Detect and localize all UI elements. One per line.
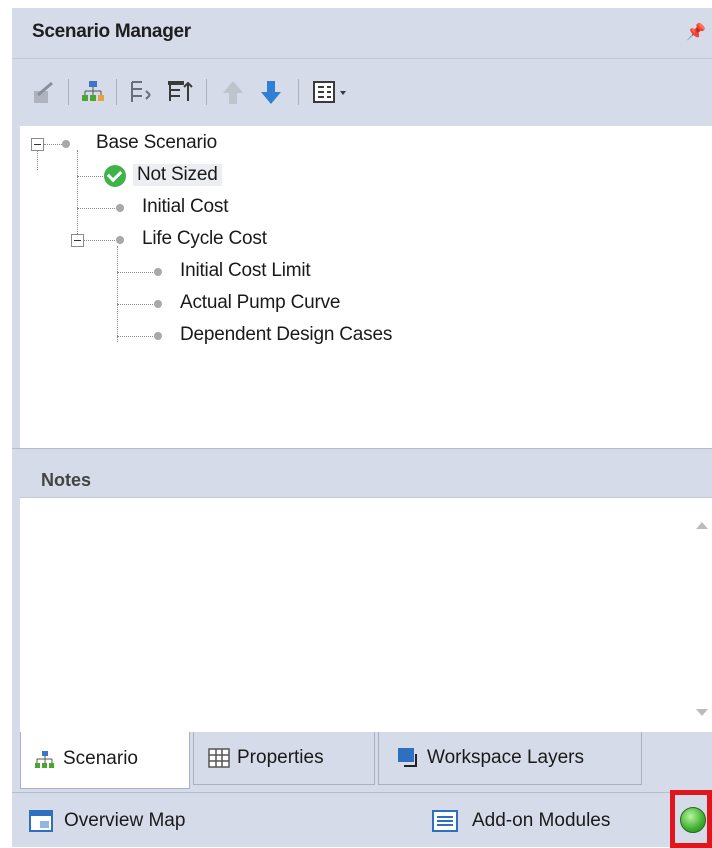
panel-tabs: Scenario Properties Workspace Layers: [12, 732, 712, 792]
overview-map-icon: [29, 810, 53, 832]
pin-icon[interactable]: 📌: [686, 22, 706, 42]
tree-connector: [44, 144, 62, 145]
toolbar-separator: [206, 79, 207, 105]
scenario-tree: Base Scenario Not Sized Initial Cost Lif…: [20, 126, 712, 448]
collapse-tree-icon[interactable]: [126, 77, 156, 107]
tree-connector: [117, 336, 155, 337]
tree-item-initial-cost-limit[interactable]: Initial Cost Limit: [180, 260, 311, 282]
status-bar: Overview Map Add-on Modules: [12, 792, 712, 847]
tree-item-actual-pump-curve[interactable]: Actual Pump Curve: [180, 292, 340, 314]
notes-textarea[interactable]: [20, 498, 712, 732]
tree-connector: [117, 246, 118, 342]
check-icon: [104, 165, 126, 187]
scenario-manager-panel: Scenario Manager 📌 Base Scenario Not Siz…: [12, 8, 712, 847]
tab-label: Workspace Layers: [427, 747, 584, 768]
add-on-modules-button[interactable]: Add-on Modules: [422, 793, 670, 847]
scenario-bullet-icon: [154, 332, 162, 340]
move-up-icon[interactable]: [218, 77, 248, 107]
tree-connector: [83, 240, 117, 241]
scenario-bullet-icon: [116, 204, 124, 212]
scenario-bullet-icon: [154, 300, 162, 308]
tree-item-dependent-design-cases[interactable]: Dependent Design Cases: [180, 324, 392, 346]
tree-item-life-cycle-cost[interactable]: Life Cycle Cost: [142, 228, 267, 250]
splitter[interactable]: [12, 448, 712, 461]
properties-grid-icon: [208, 748, 230, 768]
toolbar-separator: [68, 79, 69, 105]
panel-titlebar: Scenario Manager 📌: [12, 8, 712, 59]
tree-connector: [77, 150, 78, 246]
tree-item-not-sized[interactable]: Not Sized: [133, 164, 222, 186]
add-on-modules-label: Add-on Modules: [472, 810, 611, 831]
tree-connector: [37, 150, 38, 170]
notes-title: Notes: [41, 470, 92, 490]
scenario-bullet-icon: [154, 268, 162, 276]
overview-map-button[interactable]: Overview Map: [12, 793, 252, 847]
overview-map-label: Overview Map: [64, 810, 186, 831]
collapse-toggle-base-scenario[interactable]: [31, 138, 44, 151]
toolbar-separator: [116, 79, 117, 105]
move-down-icon[interactable]: [256, 77, 286, 107]
tab-label: Scenario: [63, 748, 138, 769]
edit-scenario-icon[interactable]: [28, 77, 58, 107]
tree-connector: [77, 176, 103, 177]
tab-scenario[interactable]: Scenario: [20, 732, 190, 789]
tab-workspace-layers[interactable]: Workspace Layers: [378, 732, 642, 785]
toolbar-separator: [298, 79, 299, 105]
status-indicator-icon[interactable]: [680, 807, 706, 833]
tree-connector: [77, 208, 117, 209]
highlight-box: [670, 790, 712, 848]
scroll-up-icon[interactable]: [696, 522, 708, 529]
create-child-scenario-icon[interactable]: [78, 77, 108, 107]
layers-icon: [398, 748, 417, 767]
tree-connector: [117, 272, 155, 273]
tab-label: Properties: [237, 747, 324, 768]
tree-item-initial-cost[interactable]: Initial Cost: [142, 196, 229, 218]
add-on-modules-icon: [432, 810, 458, 832]
expand-tree-icon[interactable]: [164, 77, 194, 107]
scenario-tree-icon: [35, 751, 54, 768]
panel-title: Scenario Manager: [32, 21, 191, 42]
tree-item-base-scenario[interactable]: Base Scenario: [96, 132, 217, 154]
tab-properties[interactable]: Properties: [193, 732, 375, 785]
scenario-bullet-icon: [62, 140, 70, 148]
scenario-toolbar: [12, 59, 712, 125]
view-options-dropdown-icon[interactable]: [310, 77, 354, 107]
collapse-toggle-life-cycle-cost[interactable]: [71, 234, 84, 247]
tree-connector: [117, 304, 155, 305]
scroll-down-icon[interactable]: [696, 709, 708, 716]
notes-header: Notes: [20, 461, 712, 498]
scenario-bullet-icon: [116, 236, 124, 244]
